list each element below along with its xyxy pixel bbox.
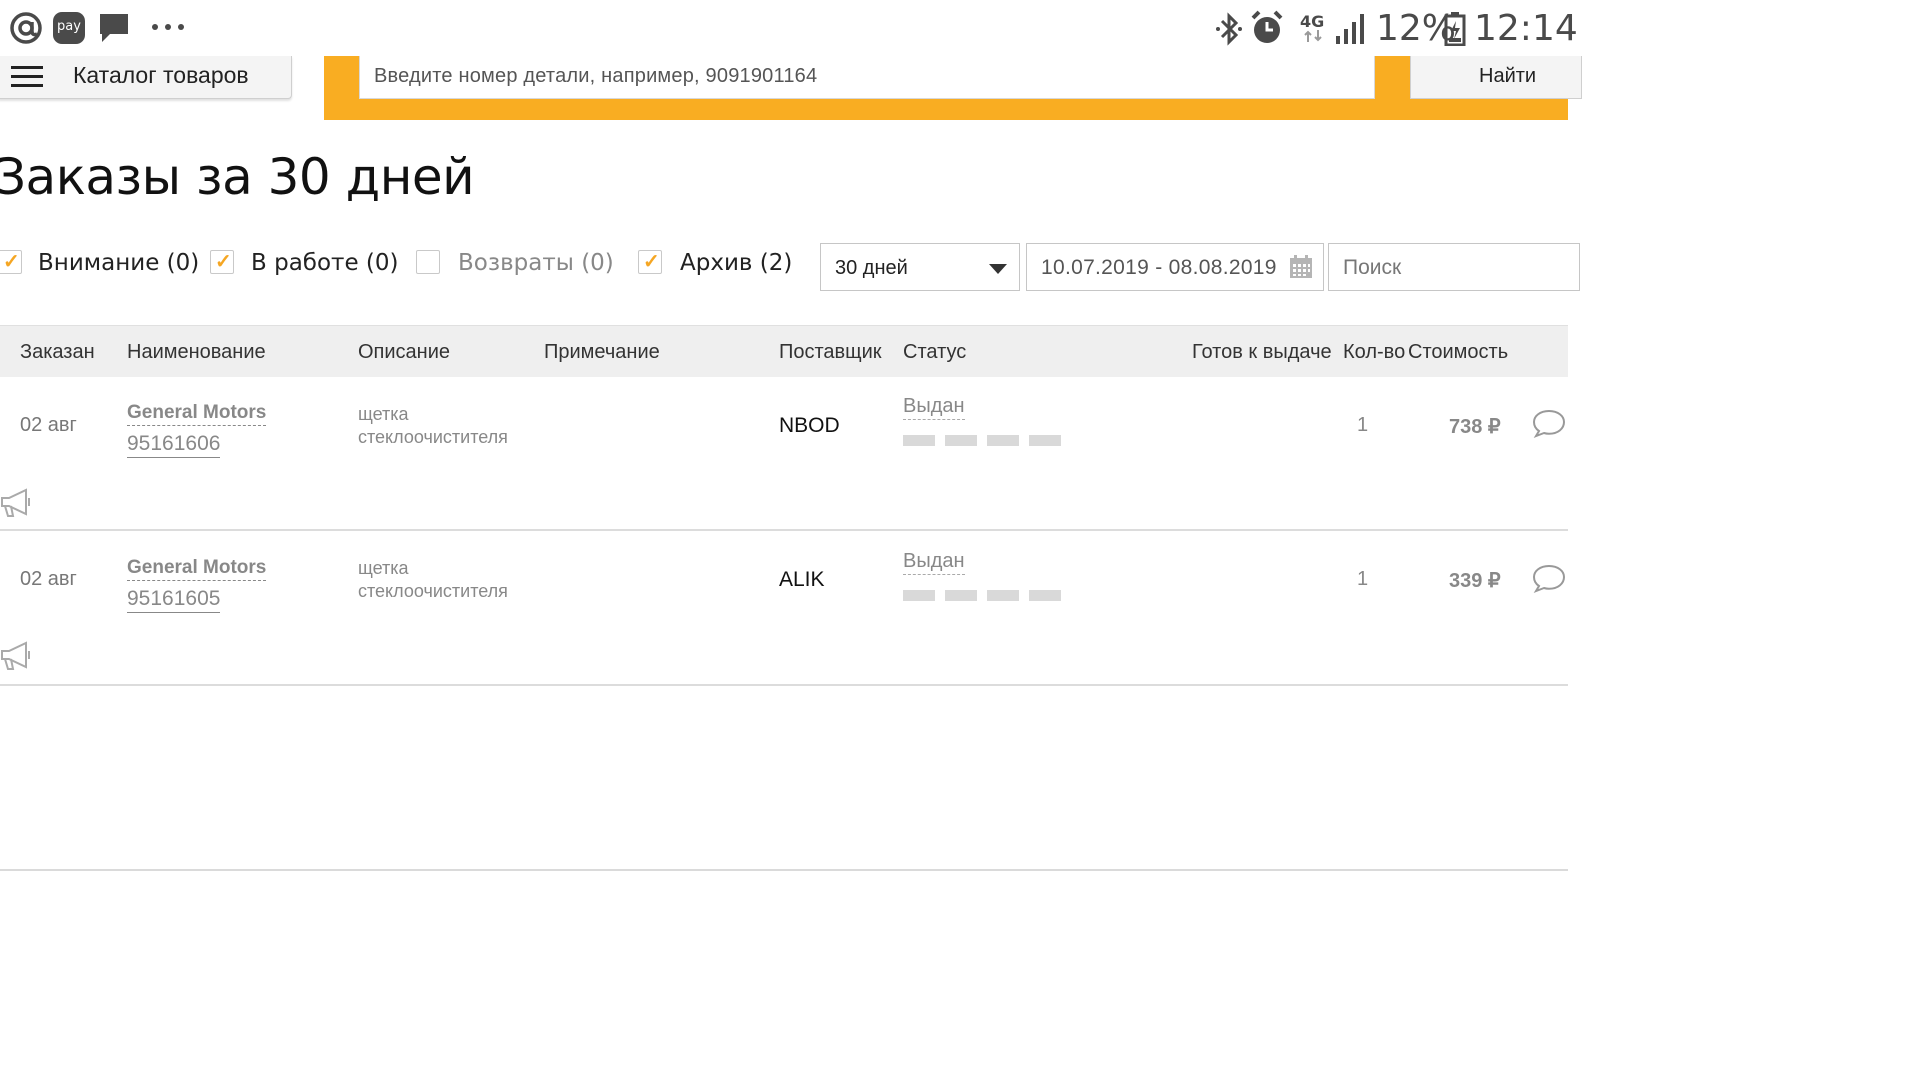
network-arrows-icon <box>1304 30 1322 42</box>
order-date: 02 авг <box>20 414 77 436</box>
price: 339 ₽ <box>1449 570 1501 592</box>
calendar-icon[interactable] <box>1289 255 1313 279</box>
pay-icon: pay <box>53 12 85 44</box>
archive-label: Архив (2) <box>680 250 793 276</box>
more-dots-icon <box>152 24 188 32</box>
attention-checkbox[interactable]: ✓ <box>0 250 22 274</box>
alarm-icon <box>1251 10 1283 43</box>
find-label: Найти <box>1479 65 1537 87</box>
find-button[interactable]: Найти <box>1410 56 1582 99</box>
column-header-name[interactable]: Наименование <box>127 341 266 364</box>
quantity: 1 <box>1357 414 1369 436</box>
brand-link[interactable]: General Motors <box>127 557 267 581</box>
page-bottom-divider <box>0 869 1568 871</box>
check-icon: ✓ <box>3 251 20 273</box>
comment-icon[interactable] <box>1532 408 1566 438</box>
bluetooth-icon <box>1216 12 1242 46</box>
column-header-qty[interactable]: Кол-во <box>1343 341 1405 364</box>
orders-search-placeholder: Поиск <box>1343 256 1402 279</box>
description-line2: стеклоочистителя <box>358 427 508 447</box>
date-range-input[interactable]: 10.07.2019 - 08.08.2019 <box>1026 243 1324 291</box>
attention-label: Внимание (0) <box>38 250 200 276</box>
quantity: 1 <box>1357 568 1369 590</box>
megaphone-icon[interactable] <box>0 488 34 518</box>
supplier: ALIK <box>779 568 825 591</box>
menu-icon <box>11 66 43 88</box>
in-work-label: В работе (0) <box>251 250 399 276</box>
archive-checkbox[interactable]: ✓ <box>638 250 662 274</box>
column-header-ordered[interactable]: Заказан <box>20 341 95 364</box>
brand-link[interactable]: General Motors <box>127 402 267 426</box>
period-value: 30 дней <box>835 257 908 279</box>
page-title: Заказы за 30 дней <box>0 148 475 206</box>
part-number-link[interactable]: 95161605 <box>127 587 221 613</box>
catalog-button[interactable]: Каталог товаров <box>0 56 292 99</box>
table-row: 02 авг General Motors 95161605 щетка сте… <box>0 531 1568 686</box>
order-date: 02 авг <box>20 568 77 590</box>
description-line1: щетка <box>358 558 409 578</box>
column-header-description[interactable]: Описание <box>358 341 450 364</box>
part-number-link[interactable]: 95161606 <box>127 432 221 458</box>
catalog-label: Каталог товаров <box>73 62 249 88</box>
column-header-supplier[interactable]: Поставщик <box>779 341 882 364</box>
table-row: 02 авг General Motors 95161606 щетка сте… <box>0 376 1568 531</box>
check-icon: ✓ <box>215 251 232 273</box>
part-search-input[interactable]: Введите номер детали, например, 90919011… <box>359 56 1375 99</box>
part-search-placeholder: Введите номер детали, например, 90919011… <box>374 65 818 87</box>
status-link[interactable]: Выдан <box>903 550 965 575</box>
message-icon <box>100 14 128 42</box>
at-icon <box>10 12 42 44</box>
orders-search-input[interactable]: Поиск <box>1328 243 1580 291</box>
date-range-value: 10.07.2019 - 08.08.2019 <box>1041 256 1277 279</box>
check-icon: ✓ <box>643 251 660 273</box>
returns-checkbox[interactable] <box>416 250 440 274</box>
status-link[interactable]: Выдан <box>903 395 965 420</box>
supplier: NBOD <box>779 414 840 437</box>
comment-icon[interactable] <box>1532 563 1566 593</box>
network-label: 4G <box>1300 12 1325 31</box>
column-header-note[interactable]: Примечание <box>544 341 660 364</box>
table-header: Заказан Наименование Описание Примечание… <box>0 325 1568 377</box>
description-line2: стеклоочистителя <box>358 581 508 601</box>
returns-label: Возвраты (0) <box>458 250 614 276</box>
description-line1: щетка <box>358 404 409 424</box>
clock: 12:14 <box>1474 8 1578 49</box>
period-select[interactable]: 30 дней <box>820 243 1020 291</box>
battery-icon <box>1444 12 1466 46</box>
column-header-price[interactable]: Стоимость <box>1408 341 1508 364</box>
column-header-ready[interactable]: Готов к выдаче <box>1192 341 1332 364</box>
pay-label: pay <box>57 19 81 34</box>
in-work-checkbox[interactable]: ✓ <box>210 250 234 274</box>
price: 738 ₽ <box>1449 416 1501 438</box>
column-header-status[interactable]: Статус <box>903 341 966 364</box>
megaphone-icon[interactable] <box>0 641 34 671</box>
chevron-down-icon <box>989 264 1007 274</box>
signal-icon <box>1336 14 1364 44</box>
